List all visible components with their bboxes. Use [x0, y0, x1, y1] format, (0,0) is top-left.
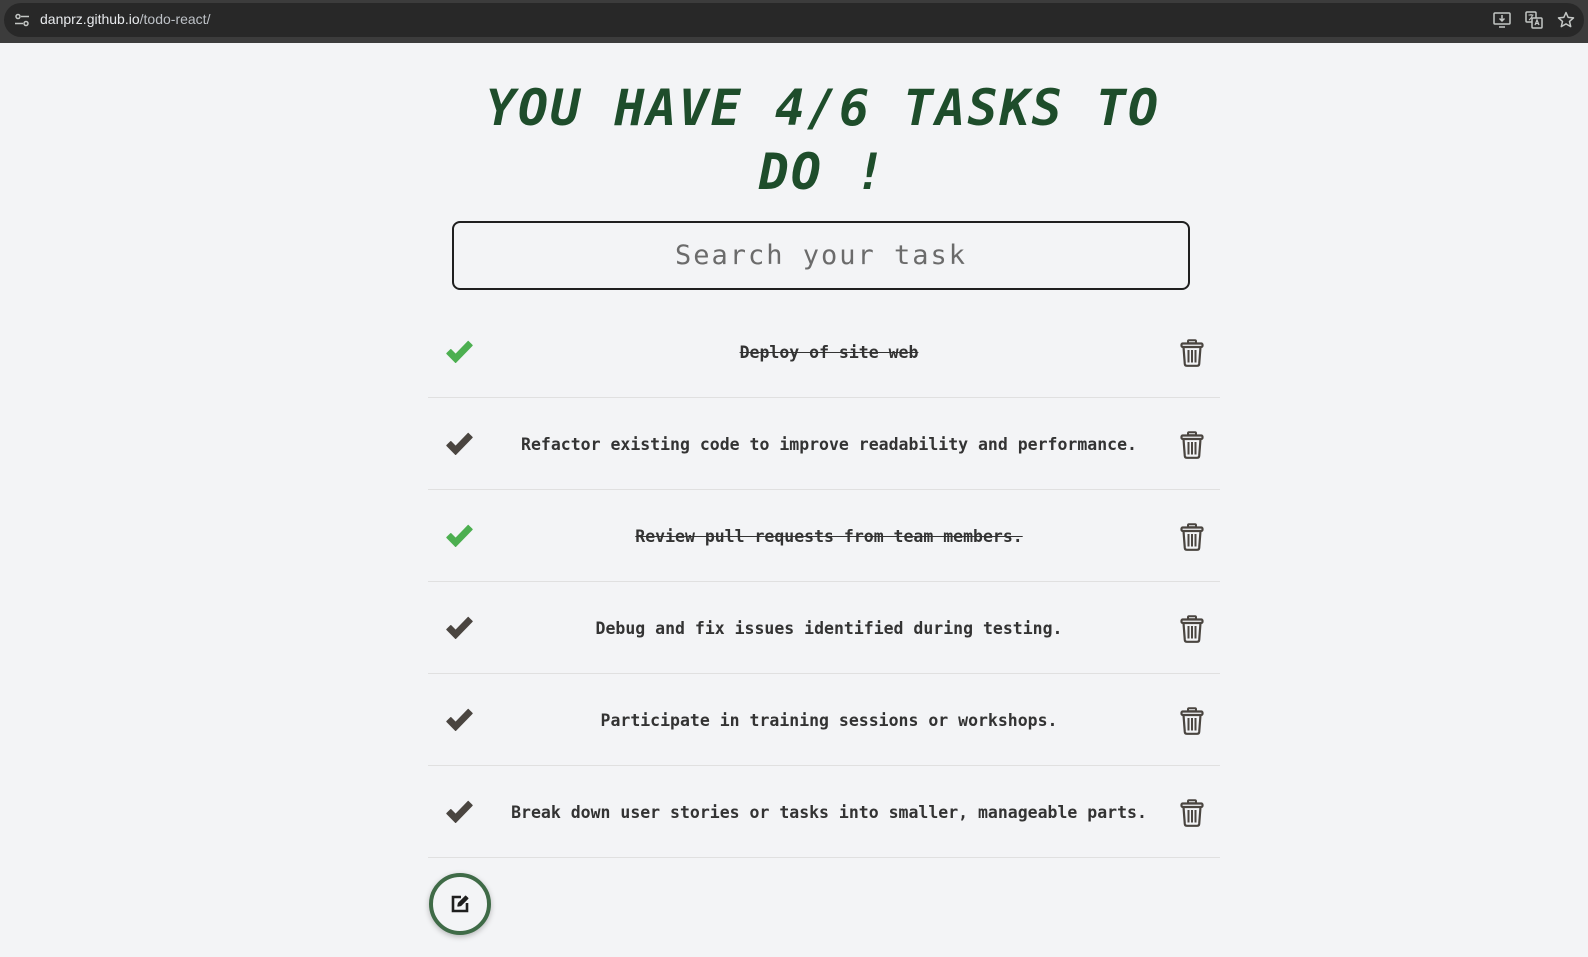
install-app-icon[interactable] [1492, 10, 1512, 30]
todo-item: Review pull requests from team members. [428, 490, 1220, 582]
todo-list: Deploy of site web Refactor existing code… [428, 306, 1220, 858]
edit-icon [451, 895, 469, 913]
todo-text: Participate in training sessions or work… [600, 710, 1058, 730]
title-line-2: DO ! [758, 143, 888, 201]
check-icon[interactable] [444, 706, 474, 736]
todo-item: Debug and fix issues identified during t… [428, 582, 1220, 674]
todo-item: Refactor existing code to improve readab… [428, 398, 1220, 490]
browser-toolbar: danprz.github.io/todo-react/ [0, 0, 1588, 43]
trash-icon[interactable] [1180, 339, 1204, 367]
title-line-1: YOU HAVE 4/6 TASKS TO [485, 79, 1161, 137]
todo-text: Review pull requests from team members. [635, 526, 1023, 546]
bookmark-star-icon[interactable] [1556, 10, 1576, 30]
todo-text: Break down user stories or tasks into sm… [511, 802, 1147, 822]
check-icon[interactable] [444, 338, 474, 368]
check-icon[interactable] [444, 522, 474, 552]
create-todo-button[interactable] [429, 873, 491, 935]
trash-icon[interactable] [1180, 615, 1204, 643]
check-icon[interactable] [444, 798, 474, 828]
todo-text: Debug and fix issues identified during t… [595, 618, 1063, 638]
address-bar[interactable]: danprz.github.io/todo-react/ [4, 3, 1584, 37]
trash-icon[interactable] [1180, 707, 1204, 735]
check-icon[interactable] [444, 430, 474, 460]
site-info-icon[interactable] [12, 11, 32, 29]
search-input[interactable] [452, 221, 1190, 290]
todo-text: Refactor existing code to improve readab… [521, 434, 1137, 454]
translate-icon[interactable] [1524, 10, 1544, 30]
trash-icon[interactable] [1180, 523, 1204, 551]
todo-text: Deploy of site web [739, 342, 919, 362]
address-bar-actions [1492, 10, 1576, 30]
trash-icon[interactable] [1180, 431, 1204, 459]
trash-icon[interactable] [1180, 799, 1204, 827]
todo-item: Break down user stories or tasks into sm… [428, 766, 1220, 858]
url-host: danprz.github.io [40, 11, 140, 27]
todo-item: Deploy of site web [428, 306, 1220, 398]
todo-item: Participate in training sessions or work… [428, 674, 1220, 766]
check-icon[interactable] [444, 614, 474, 644]
page-title: YOU HAVE 4/6 TASKS TO DO ! [478, 76, 1168, 204]
url-text[interactable]: danprz.github.io/todo-react/ [40, 11, 210, 27]
url-path: /todo-react/ [139, 11, 211, 27]
